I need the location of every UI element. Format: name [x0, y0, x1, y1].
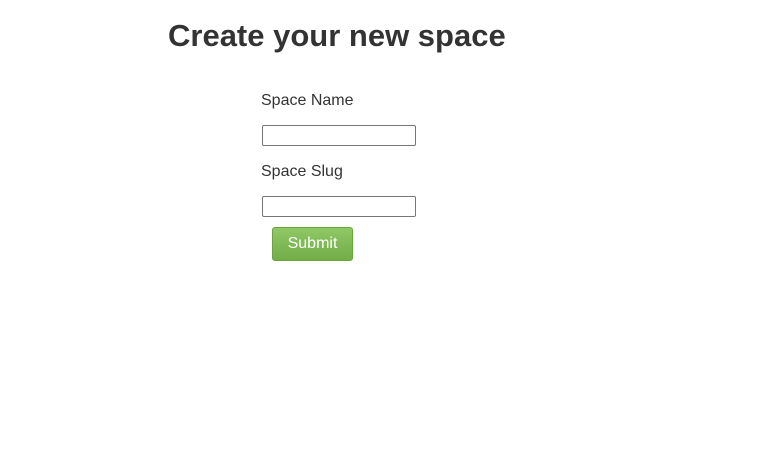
submit-button[interactable]: Submit [272, 227, 353, 261]
space-name-input[interactable] [262, 125, 416, 146]
space-slug-label: Space Slug [261, 163, 343, 180]
space-slug-input[interactable] [262, 196, 416, 217]
space-name-label: Space Name [261, 92, 354, 109]
page-title: Create your new space [168, 18, 506, 53]
page: Create your new space Space Name Space S… [0, 0, 782, 449]
create-space-form: Space Name Space Slug Submit [261, 88, 521, 261]
